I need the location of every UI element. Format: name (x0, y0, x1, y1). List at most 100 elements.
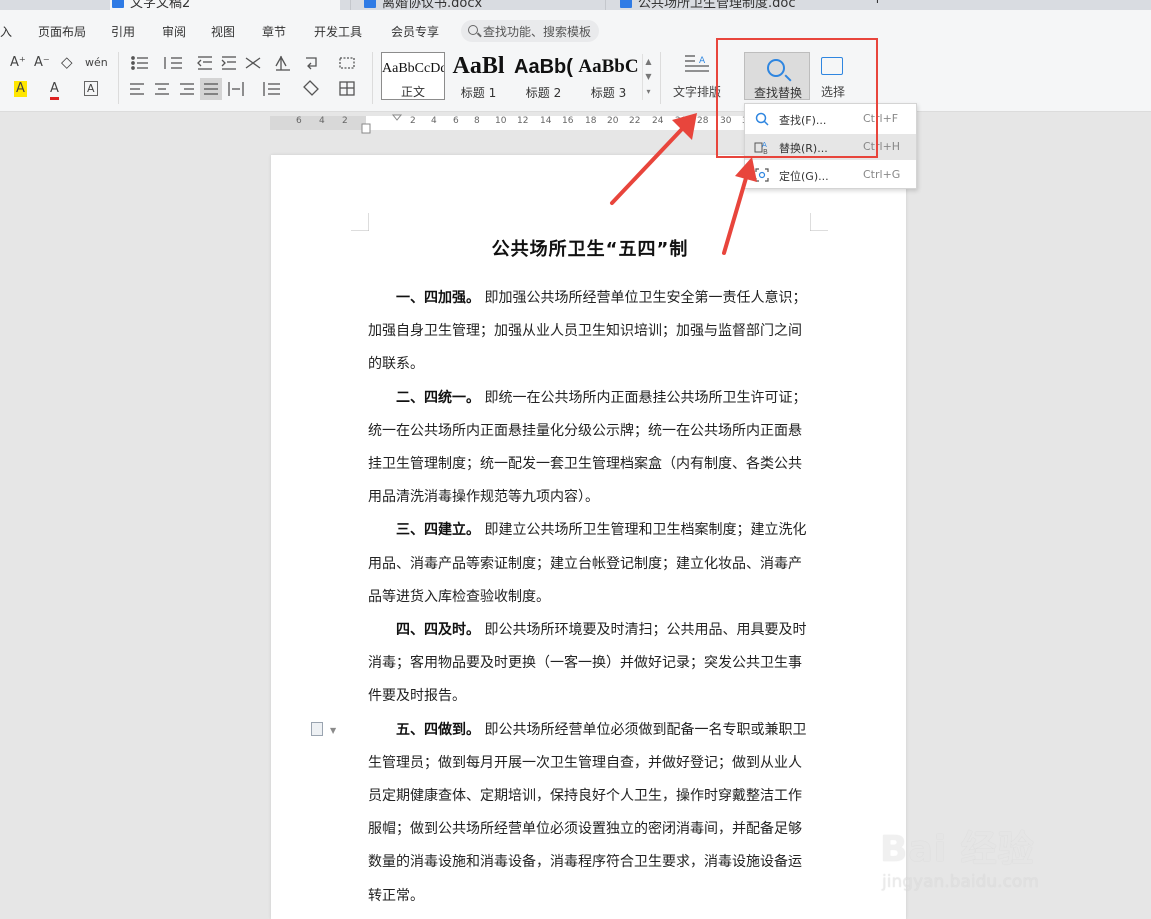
ribbon-separator (660, 52, 661, 104)
search-icon (767, 59, 785, 77)
style-heading-3[interactable]: AaBbC 标题 3 (577, 52, 640, 100)
line-spacing-icon[interactable] (263, 82, 280, 96)
style-heading-2[interactable]: AaBb( 标题 2 (512, 52, 575, 100)
ruler-tick: 20 (607, 116, 619, 126)
align-center-icon[interactable] (155, 83, 169, 95)
ruler-tick: 24 (652, 116, 664, 126)
goto-icon (754, 167, 770, 183)
ruler-tick: 16 (562, 116, 574, 126)
tab-document-3[interactable]: 公共场所卫生管理制度.doc (618, 0, 858, 10)
ruler-tick: 22 (629, 116, 641, 126)
numbered-list-icon[interactable] (164, 57, 182, 69)
paragraph[interactable]: 一、四加强。 即加强公共场所经营单位卫生安全第一责任人意识；加强自身卫生管理；加… (368, 282, 812, 382)
line-break-icon[interactable] (306, 57, 317, 70)
table-border-icon[interactable] (339, 57, 355, 69)
find-replace-button[interactable]: 查找替换 (744, 52, 810, 100)
highlight-color-button[interactable]: A (14, 81, 27, 97)
paragraph-layout-icon[interactable] (311, 722, 323, 736)
paragraph-heading: 五、四做到。 (396, 721, 480, 738)
menu-item-replace[interactable]: AB 替换(R)... Ctrl+H (745, 134, 916, 160)
menu-insert[interactable]: 入 (0, 23, 12, 40)
new-tab-button[interactable]: + (858, 0, 888, 10)
menu-item-goto[interactable]: 定位(G)... Ctrl+G (745, 162, 916, 188)
borders-icon[interactable] (339, 81, 355, 96)
style-heading-1[interactable]: AaBl 标题 1 (447, 52, 510, 100)
style-gallery-scroll[interactable]: ▲ ▼ ▾ (642, 54, 654, 100)
ruler-tick: 8 (474, 116, 480, 126)
page-corner-mark (810, 213, 828, 231)
replace-icon: AB (754, 139, 770, 156)
paragraph-tools (130, 55, 355, 100)
ruler-tick: 12 (517, 116, 529, 126)
paragraph-text: 即统一在公共场所内正面悬挂公共场所卫生许可证；统一在公共场所内正面悬挂量化分级公… (368, 389, 807, 506)
text-layout-button[interactable]: A 文字排版 (668, 50, 726, 100)
distributed-align-icon[interactable] (228, 82, 244, 96)
gallery-expand-icon[interactable]: ▾ (643, 84, 654, 99)
indent-markers[interactable] (361, 113, 405, 135)
bullet-list-icon[interactable] (131, 56, 148, 70)
shading-icon[interactable] (303, 80, 319, 96)
decrease-indent-icon[interactable] (197, 56, 212, 70)
ruler-tick: 28 (697, 116, 709, 126)
chinese-layout-icon[interactable] (245, 57, 261, 69)
paragraph-heading: 四、四及时。 (396, 622, 480, 639)
select-button[interactable]: 选择 (813, 52, 853, 100)
find-replace-dropdown: 查找(F)... Ctrl+F AB 替换(R)... Ctrl+H 定位(G)… (744, 103, 917, 189)
document-title[interactable]: 公共场所卫生“五四”制 (368, 235, 812, 261)
menu-page-layout[interactable]: 页面布局 (38, 23, 86, 40)
paragraph[interactable]: 四、四及时。 即公共场所环境要及时清扫；公共用品、用具要及时消毒；客用物品要及时… (368, 614, 812, 714)
paragraph[interactable]: 三、四建立。 即建立公共场所卫生管理和卫生档案制度；建立洗化用品、消毒产品等索证… (368, 514, 812, 614)
ruler-tick: 18 (585, 116, 597, 126)
ribbon-separator (118, 52, 119, 104)
ruler-margin (270, 116, 366, 130)
search-icon (468, 25, 478, 35)
svg-text:B: B (763, 148, 768, 155)
chevron-up-icon[interactable]: ▲ (643, 54, 654, 69)
baidu-jingyan-watermark: Bai 经验 jingyan.baidu.com (880, 829, 1039, 892)
search-icon (754, 111, 770, 127)
clear-format-icon[interactable]: ◇ (61, 54, 73, 70)
phonetic-guide-button[interactable]: wén (85, 55, 108, 71)
align-left-icon[interactable] (130, 83, 144, 95)
ruler-tick: 10 (495, 116, 507, 126)
feature-search-box[interactable]: 查找功能、搜索模板 (461, 20, 599, 42)
document-body[interactable]: 一、四加强。 即加强公共场所经营单位卫生安全第一责任人意识；加强自身卫生管理；加… (368, 282, 812, 913)
font-size-increase-button[interactable]: A⁺ (10, 55, 26, 71)
menu-view[interactable]: 视图 (211, 23, 235, 40)
ruler-tick: 4 (431, 116, 437, 126)
document-page[interactable]: 公共场所卫生“五四”制 一、四加强。 即加强公共场所经营单位卫生安全第一责任人意… (271, 155, 906, 919)
writer-doc-icon (112, 0, 124, 8)
menu-section[interactable]: 章节 (262, 23, 286, 40)
text-direction-icon[interactable] (275, 55, 290, 71)
wps-writer-window: 文字文稿2 离婚协议书.docx 公共场所卫生管理制度.doc + 入 页面布局… (0, 0, 1151, 919)
tab-document-2[interactable]: 离婚协议书.docx (362, 0, 602, 10)
menu-developer-tools[interactable]: 开发工具 (314, 23, 362, 40)
paragraph-heading: 三、四建立。 (396, 522, 480, 539)
menu-item-find[interactable]: 查找(F)... Ctrl+F (745, 106, 916, 132)
writer-doc-icon (620, 0, 632, 8)
paragraph[interactable]: 五、四做到。 即公共场所经营单位必须做到配备一名专职或兼职卫生管理员；做到每月开… (368, 714, 812, 913)
menu-references[interactable]: 引用 (111, 23, 135, 40)
ruler-tick: 14 (540, 116, 552, 126)
menu-member-exclusive[interactable]: 会员专享 (391, 23, 439, 40)
writer-doc-icon (364, 0, 376, 8)
font-size-decrease-button[interactable]: A⁻ (34, 55, 50, 71)
menu-review[interactable]: 审阅 (162, 23, 186, 40)
increase-indent-icon[interactable] (221, 56, 236, 70)
ribbon-separator (372, 52, 373, 104)
chevron-down-icon[interactable]: ▼ (330, 726, 336, 735)
ruler-tick: 6 (296, 116, 302, 126)
ruler-tick: 4 (319, 116, 325, 126)
character-border-button[interactable]: A (84, 81, 98, 96)
ribbon-toolbar: A⁺ A⁻ ◇ wén A A A AaBbCcDd 正文 AaBl 标题 1 … (0, 46, 1151, 112)
paragraph[interactable]: 二、四统一。 即统一在公共场所内正面悬挂公共场所卫生许可证；统一在公共场所内正面… (368, 382, 812, 515)
horizontal-ruler[interactable]: 6 4 2 2 4 6 8 10 12 14 16 18 20 22 24 26… (0, 112, 1151, 134)
align-right-icon[interactable] (180, 83, 194, 95)
font-color-button[interactable]: A (50, 81, 59, 100)
style-normal[interactable]: AaBbCcDd 正文 (381, 52, 445, 100)
chevron-down-icon[interactable]: ▼ (643, 69, 654, 84)
text-layout-icon: A (685, 55, 709, 72)
tab-document-1[interactable]: 文字文稿2 (110, 0, 340, 10)
ruler-tick: 6 (453, 116, 459, 126)
svg-text:A: A (699, 56, 706, 66)
